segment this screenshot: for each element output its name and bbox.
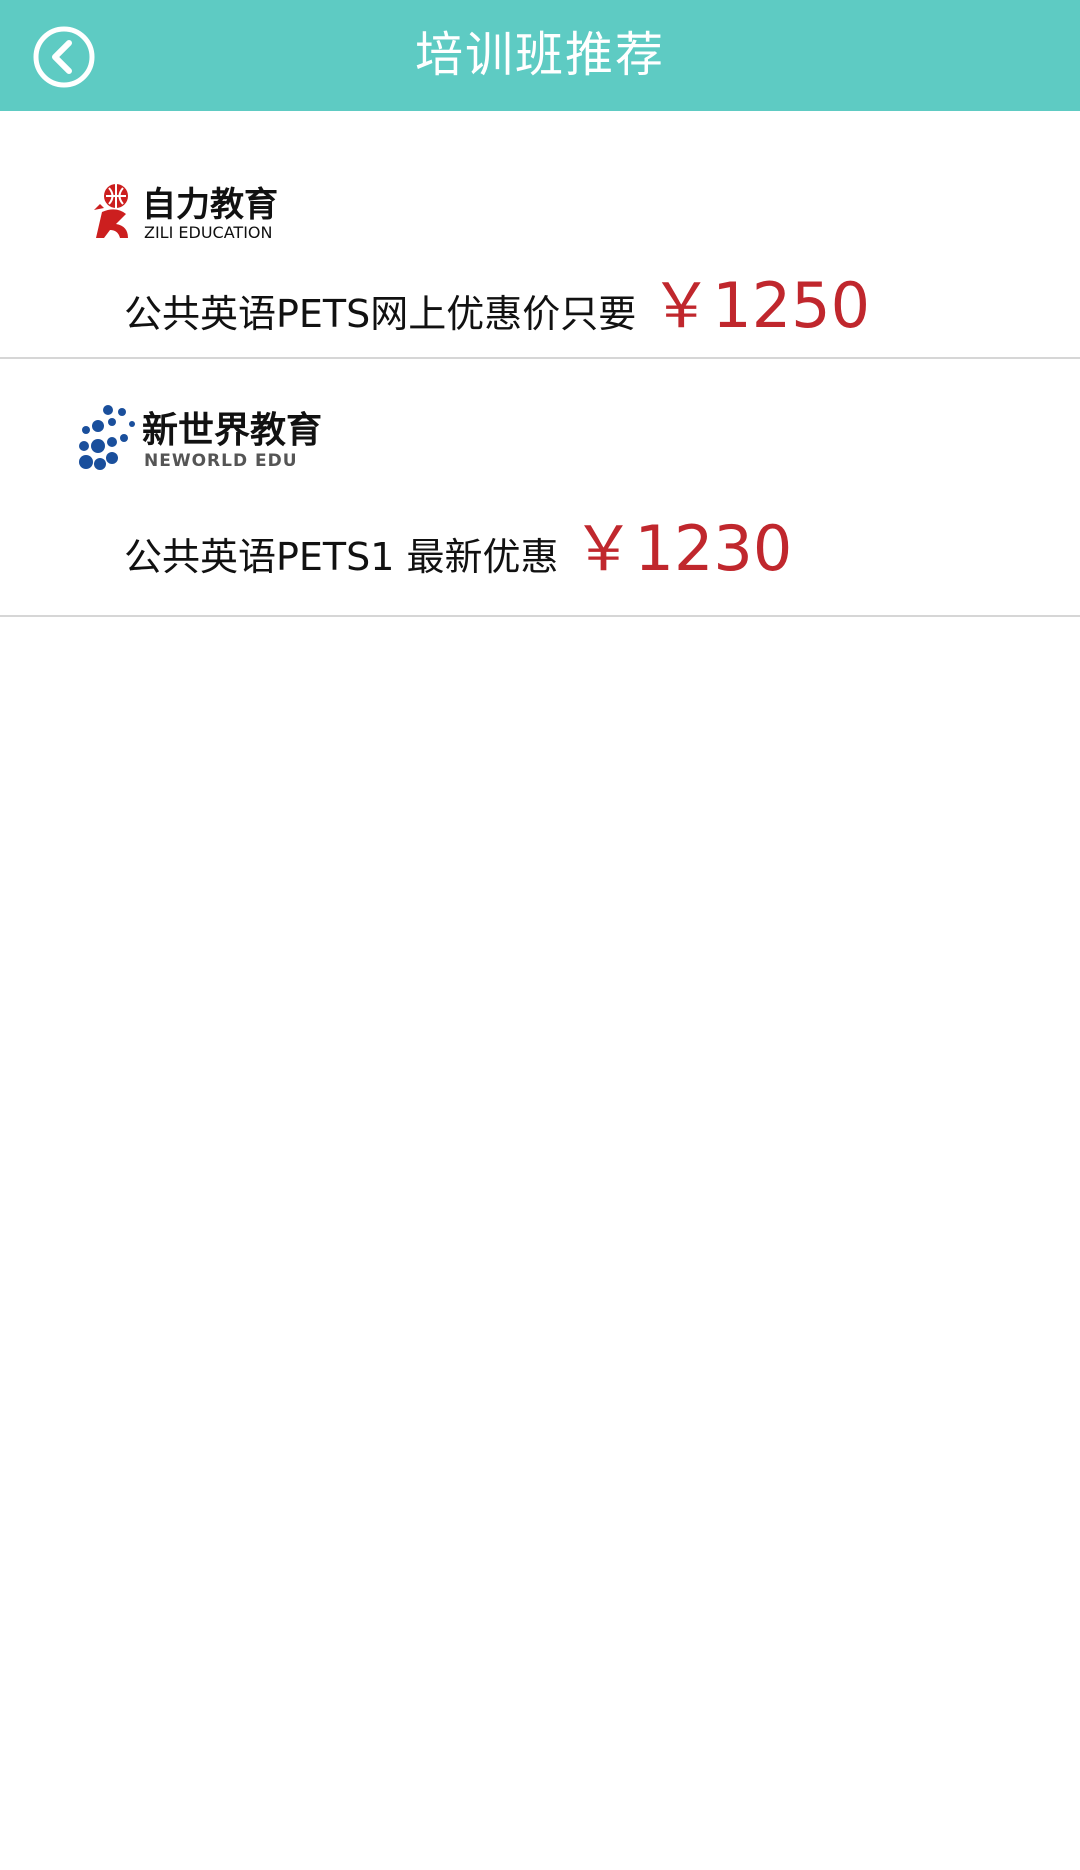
course-card-zili[interactable]: 自力教育 ZILI EDUCATION 公共英语PETS网上优惠价只要 ￥1250 [0, 111, 1080, 359]
course-price: ￥1250 [650, 269, 871, 342]
course-description: 公共英语PETS网上优惠价只要 [124, 292, 637, 336]
zili-logo-cn-text: 自力教育 [142, 185, 278, 225]
course-card-neworld[interactable]: 新世界教育 NEWORLD EDU 公共英语PETS1 最新优惠 ￥1230 [0, 359, 1080, 617]
course-info-line: 公共英语PETS网上优惠价只要 ￥1250 [124, 255, 870, 345]
neworld-logo-en-text: NEWORLD EDU [144, 451, 298, 471]
neworld-edu-logo: 新世界教育 NEWORLD EDU [79, 405, 322, 471]
neworld-logo-cn-text: 新世界教育 [142, 410, 322, 451]
course-price: ￥1230 [572, 512, 793, 585]
course-description: 公共英语PETS1 最新优惠 [124, 535, 559, 579]
zili-education-logo: 自力教育 ZILI EDUCATION [94, 184, 278, 242]
course-info-line: 公共英语PETS1 最新优惠 ￥1230 [124, 498, 792, 588]
zili-logo-en-text: ZILI EDUCATION [144, 223, 272, 242]
app-header: 培训班推荐 [0, 0, 1080, 111]
page-title: 培训班推荐 [414, 27, 665, 83]
